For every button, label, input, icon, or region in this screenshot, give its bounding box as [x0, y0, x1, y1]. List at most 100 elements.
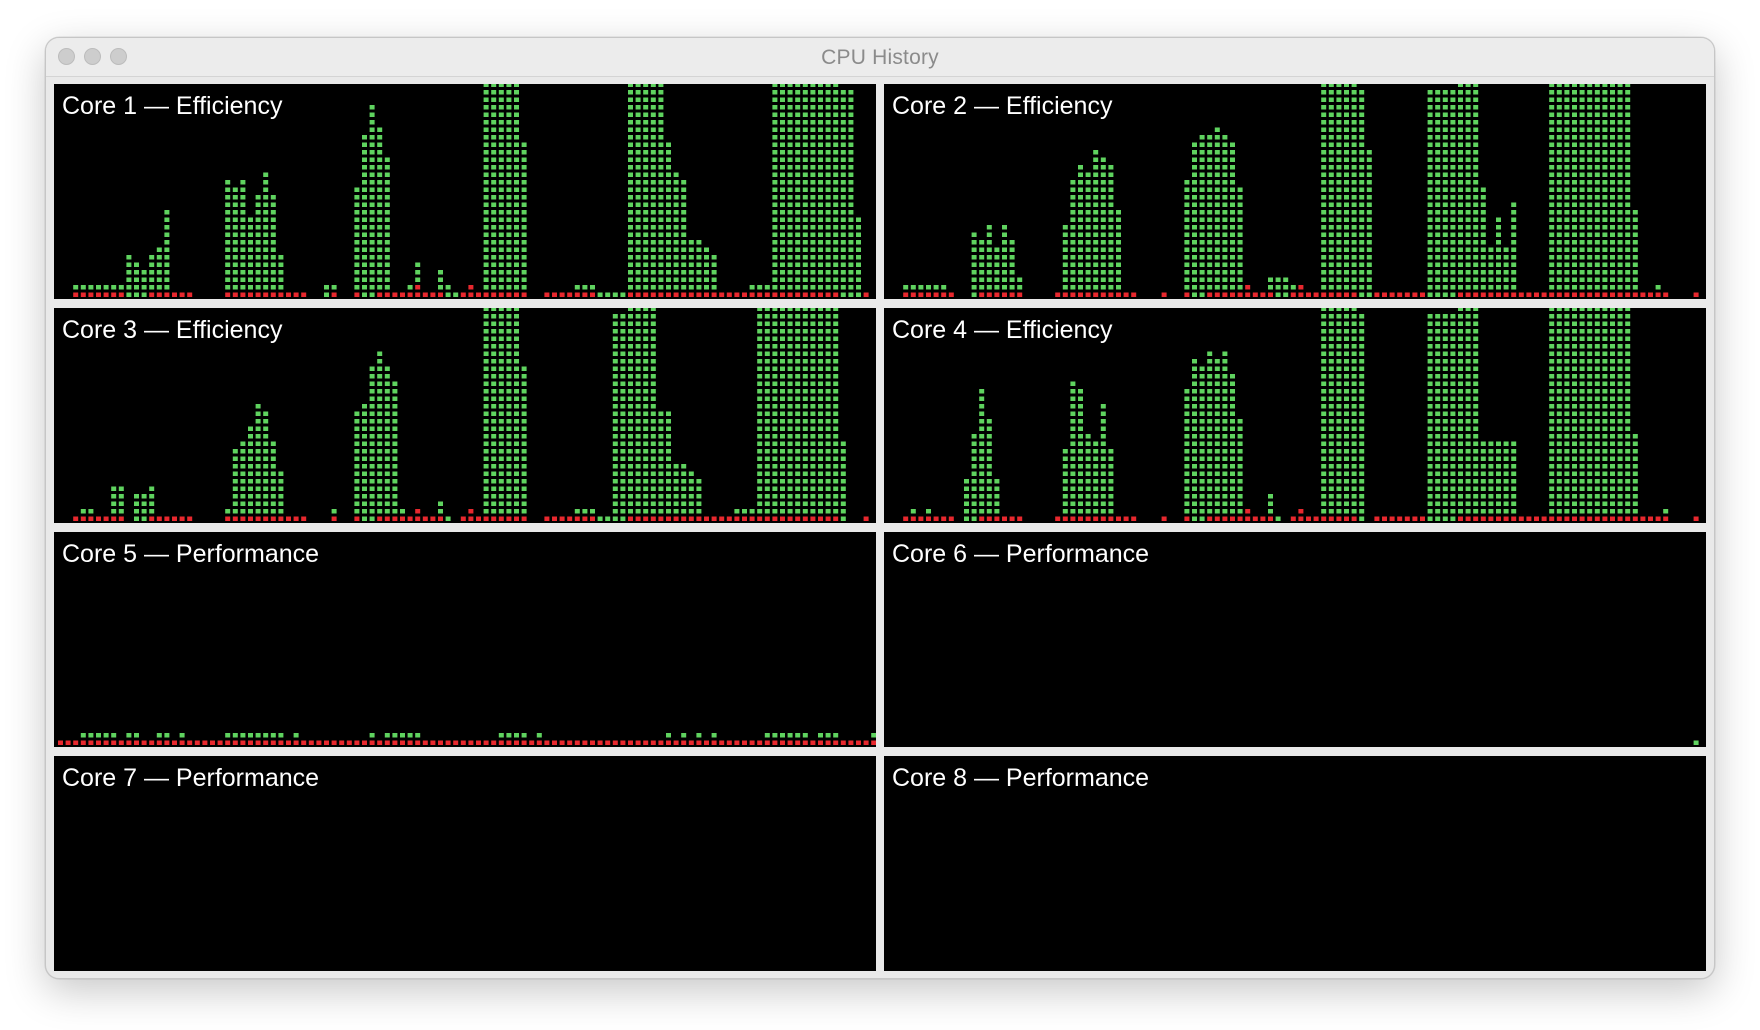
user-load-dot [1070, 449, 1076, 454]
user-load-dot [1214, 374, 1220, 379]
user-load-dot [483, 419, 489, 424]
user-load-dot [643, 479, 649, 484]
user-load-dot [795, 225, 801, 230]
user-load-dot [1579, 441, 1585, 446]
user-load-dot [1344, 210, 1349, 215]
user-load-dot [1351, 419, 1357, 424]
user-load-dot [1572, 157, 1577, 162]
user-load-dot [1093, 456, 1099, 461]
user-load-dot [1336, 471, 1342, 476]
user-load-dot [521, 210, 527, 215]
user-load-dot [240, 187, 246, 192]
user-load-dot [232, 232, 238, 237]
system-load-dot [795, 740, 801, 745]
user-load-dot [1192, 217, 1197, 222]
user-load-dot [491, 120, 497, 125]
user-load-dot [1587, 127, 1593, 132]
user-load-dot [772, 359, 778, 364]
user-load-dot [848, 120, 854, 125]
user-load-dot [1070, 217, 1076, 222]
user-load-dot [1214, 479, 1220, 484]
user-load-dot [658, 165, 664, 170]
user-load-dot [1321, 217, 1327, 222]
user-load-dot [696, 733, 702, 738]
user-load-dot [840, 247, 846, 252]
user-load-dot [802, 120, 808, 125]
user-load-dot [1564, 464, 1570, 469]
user-load-dot [1230, 494, 1235, 499]
user-load-dot [1427, 120, 1433, 125]
user-load-dot [986, 501, 992, 506]
user-load-dot [612, 494, 618, 499]
user-load-dot [1450, 120, 1456, 125]
user-load-dot [1230, 157, 1235, 162]
user-load-dot [369, 366, 375, 371]
user-load-dot [764, 285, 770, 290]
user-load-dot [1351, 105, 1357, 110]
system-load-dot [650, 292, 656, 297]
user-load-dot [514, 351, 519, 356]
user-load-dot [1480, 449, 1486, 454]
user-load-dot [650, 308, 656, 311]
user-load-dot [1116, 217, 1121, 222]
system-load-dot [179, 516, 185, 521]
user-load-dot [1427, 509, 1433, 514]
user-load-dot [1328, 105, 1334, 110]
system-load-dot [795, 516, 801, 521]
user-load-dot [1549, 471, 1555, 476]
user-load-dot [491, 90, 497, 95]
system-load-dot [559, 292, 565, 297]
user-load-dot [521, 733, 527, 738]
user-load-dot [1610, 449, 1615, 454]
user-load-dot [1222, 434, 1228, 439]
user-load-dot [1328, 285, 1334, 290]
system-load-dot [1374, 516, 1380, 521]
system-load-dot [673, 516, 679, 521]
user-load-dot [248, 509, 253, 514]
user-load-dot [795, 247, 801, 252]
user-load-dot [1344, 217, 1349, 222]
user-load-dot [521, 240, 527, 245]
user-load-dot [757, 411, 763, 416]
user-load-dot [1328, 501, 1334, 506]
system-load-dot [848, 740, 854, 745]
user-load-dot [1450, 210, 1456, 215]
user-load-dot [650, 434, 656, 439]
user-load-dot [1473, 165, 1479, 170]
user-load-dot [643, 262, 649, 267]
user-load-dot [772, 210, 778, 215]
system-load-dot [392, 740, 398, 745]
user-load-dot [1556, 456, 1562, 461]
system-load-dot [1207, 292, 1213, 297]
user-load-dot [810, 150, 816, 155]
user-load-dot [1222, 172, 1228, 177]
user-load-dot [825, 180, 831, 185]
user-load-dot [979, 464, 985, 469]
user-load-dot [1579, 404, 1585, 409]
user-load-dot [704, 285, 709, 290]
user-load-dot [1351, 255, 1357, 260]
user-load-dot [1579, 105, 1585, 110]
user-load-dot [1344, 142, 1349, 147]
user-load-dot [491, 411, 497, 416]
user-load-dot [1351, 165, 1357, 170]
user-load-dot [628, 494, 633, 499]
user-load-dot [1617, 359, 1623, 364]
user-load-dot [1062, 277, 1068, 282]
system-load-dot [772, 516, 778, 521]
user-load-dot [628, 255, 633, 260]
system-load-dot [1017, 516, 1023, 521]
user-load-dot [1587, 255, 1593, 260]
user-load-dot [1610, 404, 1615, 409]
user-load-dot [1587, 277, 1593, 282]
user-load-dot [1556, 336, 1562, 341]
user-load-dot [612, 486, 618, 491]
user-load-dot [1617, 351, 1623, 356]
title-bar[interactable]: CPU History [46, 38, 1714, 77]
user-load-dot [986, 255, 992, 260]
user-load-dot [1184, 411, 1190, 416]
user-load-dot [141, 292, 147, 297]
user-load-dot [270, 195, 276, 200]
user-load-dot [1610, 262, 1615, 267]
user-load-dot [825, 366, 831, 371]
